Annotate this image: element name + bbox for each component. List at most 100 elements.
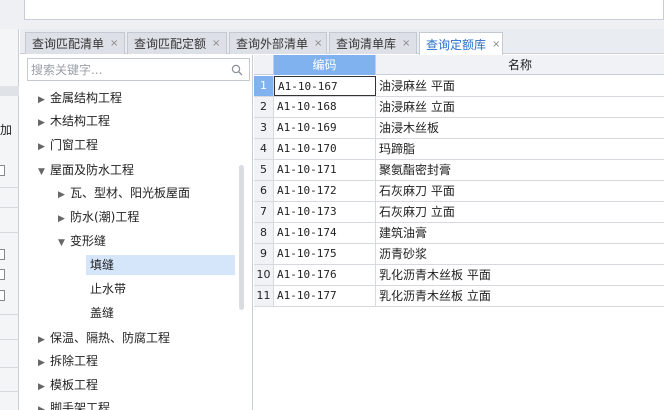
row-code[interactable]: A1-10-171: [274, 160, 376, 180]
row-index: 11: [254, 286, 274, 306]
tab-query-quota-library[interactable]: 查询定额库 ×: [419, 32, 503, 55]
table-row[interactable]: 7 A1-10-173 石灰麻刀 立面: [254, 202, 664, 223]
left-panel-label: 加: [0, 123, 13, 137]
tree-node-label: 金属结构工程: [50, 91, 123, 105]
tab-label: 查询清单库: [336, 37, 397, 51]
top-toolbar-area: [0, 0, 664, 29]
divider: [0, 232, 19, 233]
search-box: [27, 58, 250, 81]
tree-node-label: 脚手架工程: [50, 401, 111, 410]
row-name[interactable]: 油浸木丝板: [376, 118, 664, 138]
tree-node-label: 瓦、型材、阳光板屋面: [70, 186, 191, 200]
table-row[interactable]: 10 A1-10-176 乳化沥青木丝板 平面: [254, 265, 664, 286]
left-panel-checkbox[interactable]: [0, 165, 5, 176]
row-code[interactable]: A1-10-172: [274, 181, 376, 201]
row-name[interactable]: 油浸麻丝 平面: [376, 76, 664, 96]
chevron-down-icon[interactable]: ▼: [38, 162, 50, 182]
tree-node[interactable]: ▶ 瓦、型材、阳光板屋面: [58, 183, 190, 203]
chevron-right-icon[interactable]: ▶: [38, 377, 50, 397]
left-panel-checkbox[interactable]: [0, 269, 5, 280]
chevron-down-icon[interactable]: ▼: [58, 233, 70, 253]
chevron-right-icon[interactable]: ▶: [38, 137, 50, 157]
table-row[interactable]: 4 A1-10-170 玛蹄脂: [254, 139, 664, 160]
tree-node[interactable]: ▶ 门窗工程: [38, 135, 98, 155]
tree-node[interactable]: ▶ 防水(潮)工程: [58, 207, 139, 227]
divider: [0, 314, 19, 315]
tree-node[interactable]: ▶ 木结构工程: [38, 111, 110, 131]
search-icon[interactable]: [231, 64, 243, 76]
table-row[interactable]: 8 A1-10-174 建筑油膏: [254, 223, 664, 244]
table-row[interactable]: 1 A1-10-167 油浸麻丝 平面: [254, 76, 664, 97]
row-code[interactable]: A1-10-168: [274, 97, 376, 117]
tab-query-match-list[interactable]: 查询匹配清单 ×: [25, 32, 125, 54]
table-row[interactable]: 11 A1-10-177 乳化沥青木丝板 立面: [254, 286, 664, 307]
row-code[interactable]: A1-10-177: [274, 286, 376, 306]
category-tree-panel: ▶金属结构工程 ▶木结构工程 ▶门窗工程 ▼屋面及防水工程 ▶瓦、型材、阳光板屋…: [24, 55, 253, 410]
chevron-right-icon[interactable]: ▶: [38, 113, 50, 133]
tab-label: 查询匹配定额: [134, 37, 207, 51]
row-code[interactable]: A1-10-175: [274, 244, 376, 264]
tab-query-match-quota[interactable]: 查询匹配定额 ×: [127, 32, 227, 54]
tree-node-label: 填缝: [90, 258, 115, 272]
close-icon[interactable]: ×: [212, 38, 220, 49]
table-row[interactable]: 3 A1-10-169 油浸木丝板: [254, 118, 664, 139]
table-row[interactable]: 6 A1-10-172 石灰麻刀 平面: [254, 181, 664, 202]
chevron-right-icon[interactable]: ▶: [38, 330, 50, 350]
tree-node-selected[interactable]: 填缝: [86, 255, 235, 275]
row-index: 6: [254, 181, 274, 201]
header-corner: [254, 55, 274, 75]
left-panel-checkbox[interactable]: [0, 290, 5, 301]
row-name[interactable]: 石灰麻刀 平面: [376, 181, 664, 201]
tree-node[interactable]: ▶ 金属结构工程: [38, 88, 122, 108]
row-name[interactable]: 聚氨酯密封膏: [376, 160, 664, 180]
row-name[interactable]: 乳化沥青木丝板 平面: [376, 265, 664, 285]
row-code[interactable]: A1-10-167: [274, 76, 376, 96]
tree-node-label: 盖缝: [90, 306, 115, 320]
tree-scrollbar[interactable]: [239, 165, 244, 310]
chevron-right-icon[interactable]: ▶: [38, 353, 50, 373]
tree-node[interactable]: ▼ 变形缝: [58, 231, 106, 251]
tree-node[interactable]: 盖缝: [90, 303, 114, 323]
row-name[interactable]: 石灰麻刀 立面: [376, 202, 664, 222]
row-name[interactable]: 沥青砂浆: [376, 244, 664, 264]
header-name[interactable]: 名称: [376, 55, 664, 75]
tab-label: 查询匹配清单: [32, 37, 105, 51]
tab-query-list-library[interactable]: 查询清单库 ×: [329, 32, 417, 54]
tree-node-label: 止水带: [90, 282, 127, 296]
close-icon[interactable]: ×: [314, 38, 322, 49]
row-code[interactable]: A1-10-169: [274, 118, 376, 138]
chevron-right-icon[interactable]: ▶: [38, 400, 50, 410]
chevron-right-icon[interactable]: ▶: [38, 90, 50, 110]
table-row[interactable]: 9 A1-10-175 沥青砂浆: [254, 244, 664, 265]
row-code[interactable]: A1-10-170: [274, 139, 376, 159]
row-index: 4: [254, 139, 274, 159]
close-icon[interactable]: ×: [402, 38, 410, 49]
row-name[interactable]: 玛蹄脂: [376, 139, 664, 159]
tree-node[interactable]: ▶ 模板工程: [38, 375, 98, 395]
tree-node[interactable]: 止水带: [90, 279, 126, 299]
close-icon[interactable]: ×: [492, 39, 500, 50]
tree-node[interactable]: ▶ 脚手架工程: [38, 398, 110, 410]
left-panel-checkbox[interactable]: [0, 249, 5, 260]
row-code[interactable]: A1-10-174: [274, 223, 376, 243]
row-code[interactable]: A1-10-173: [274, 202, 376, 222]
chevron-right-icon[interactable]: ▶: [58, 209, 70, 229]
chevron-right-icon[interactable]: ▶: [58, 185, 70, 205]
row-index: 9: [254, 244, 274, 264]
row-name[interactable]: 油浸麻丝 立面: [376, 97, 664, 117]
table-row[interactable]: 2 A1-10-168 油浸麻丝 立面: [254, 97, 664, 118]
top-panel: [24, 0, 664, 20]
tree-node[interactable]: ▶ 拆除工程: [38, 351, 98, 371]
table-row[interactable]: 5 A1-10-171 聚氨酯密封膏: [254, 160, 664, 181]
row-name[interactable]: 建筑油膏: [376, 223, 664, 243]
search-input[interactable]: [31, 61, 221, 78]
row-name[interactable]: 乳化沥青木丝板 立面: [376, 286, 664, 306]
tree-node[interactable]: ▶ 保温、隔热、防腐工程: [38, 328, 170, 348]
tab-bar: 查询匹配清单 × 查询匹配定额 × 查询外部清单 × 查询清单库 × 查询定额库…: [20, 29, 664, 55]
tree-node[interactable]: ▼ 屋面及防水工程: [38, 160, 134, 180]
tab-query-external-list[interactable]: 查询外部清单 ×: [229, 32, 327, 54]
header-code[interactable]: 编码: [274, 55, 376, 75]
row-code[interactable]: A1-10-176: [274, 265, 376, 285]
row-index: 1: [254, 76, 274, 96]
close-icon[interactable]: ×: [110, 38, 118, 49]
